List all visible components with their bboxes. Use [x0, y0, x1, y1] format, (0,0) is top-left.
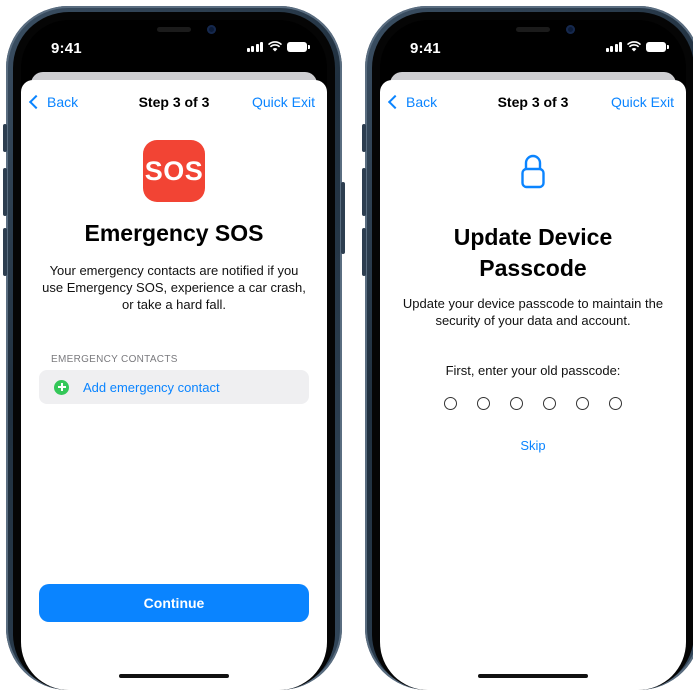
- volume-down-button: [362, 228, 366, 276]
- continue-button[interactable]: Continue: [39, 584, 309, 622]
- description: Your emergency contacts are notified if …: [42, 263, 306, 312]
- side-button: [341, 182, 345, 254]
- screen: 9:41: [380, 20, 686, 690]
- front-camera: [566, 25, 575, 34]
- battery-icon: [287, 41, 310, 52]
- wifi-icon: [627, 41, 641, 52]
- page-title: Update Device Passcode: [453, 224, 613, 281]
- sheet: Back Step 3 of 3 Quick Exit SOS Emergenc…: [21, 80, 327, 690]
- passcode-dot: [543, 397, 556, 410]
- cellular-signal-icon: [246, 41, 263, 52]
- speaker: [157, 27, 191, 32]
- status-time: 9:41: [51, 40, 82, 57]
- sheet: Back Step 3 of 3 Quick Exit Update Devic…: [380, 80, 686, 690]
- passcode-dot: [477, 397, 490, 410]
- passcode-dot: [444, 397, 457, 410]
- page-title: Emergency SOS: [84, 220, 264, 246]
- section-label: EMERGENCY CONTACTS: [51, 354, 178, 365]
- status-icons: [605, 41, 669, 52]
- cellular-signal-icon: [605, 41, 622, 52]
- mute-switch: [362, 124, 366, 152]
- passcode-dots: [380, 397, 686, 410]
- passcode-dot: [609, 397, 622, 410]
- lock-icon: [521, 154, 545, 189]
- passcode-prompt: First, enter your old passcode:: [445, 363, 621, 378]
- sos-icon-label: SOS: [144, 155, 204, 186]
- battery-icon: [646, 41, 669, 52]
- bezel: 9:41: [13, 12, 335, 690]
- add-contact-label: Add emergency contact: [83, 379, 220, 395]
- quick-exit-button[interactable]: Quick Exit: [252, 94, 315, 110]
- notch: [458, 20, 608, 48]
- home-indicator[interactable]: [478, 674, 588, 678]
- status-bar: 9:41: [21, 20, 327, 60]
- status-icons: [246, 41, 310, 52]
- phone-update-passcode: 9:41 Back Step 3 of 3 Quick Exit Update …: [362, 6, 693, 690]
- description: Update your device passcode to maintain …: [402, 296, 664, 328]
- passcode-dot: [576, 397, 589, 410]
- volume-up-button: [3, 168, 7, 216]
- speaker: [516, 27, 550, 32]
- passcode-dot: [510, 397, 523, 410]
- volume-down-button: [3, 228, 7, 276]
- status-bar: 9:41: [380, 20, 686, 60]
- notch: [99, 20, 249, 48]
- home-indicator[interactable]: [119, 674, 229, 678]
- bezel: 9:41: [372, 12, 693, 690]
- skip-button[interactable]: Skip: [380, 438, 686, 453]
- phone-emergency-sos: 9:41 Back Step 3 of 3 Quick Exit SOS Eme…: [3, 6, 345, 690]
- screen: 9:41: [21, 20, 327, 690]
- add-emergency-contact-button[interactable]: Add emergency contact: [39, 370, 309, 404]
- navigation-bar: Back Step 3 of 3 Quick Exit: [380, 80, 686, 124]
- volume-up-button: [362, 168, 366, 216]
- mute-switch: [3, 124, 7, 152]
- add-icon: [54, 379, 69, 395]
- status-time: 9:41: [410, 40, 441, 57]
- quick-exit-button[interactable]: Quick Exit: [611, 94, 674, 110]
- wifi-icon: [268, 41, 282, 52]
- front-camera: [207, 25, 216, 34]
- sos-icon: SOS: [143, 140, 205, 202]
- navigation-bar: Back Step 3 of 3 Quick Exit: [21, 80, 327, 124]
